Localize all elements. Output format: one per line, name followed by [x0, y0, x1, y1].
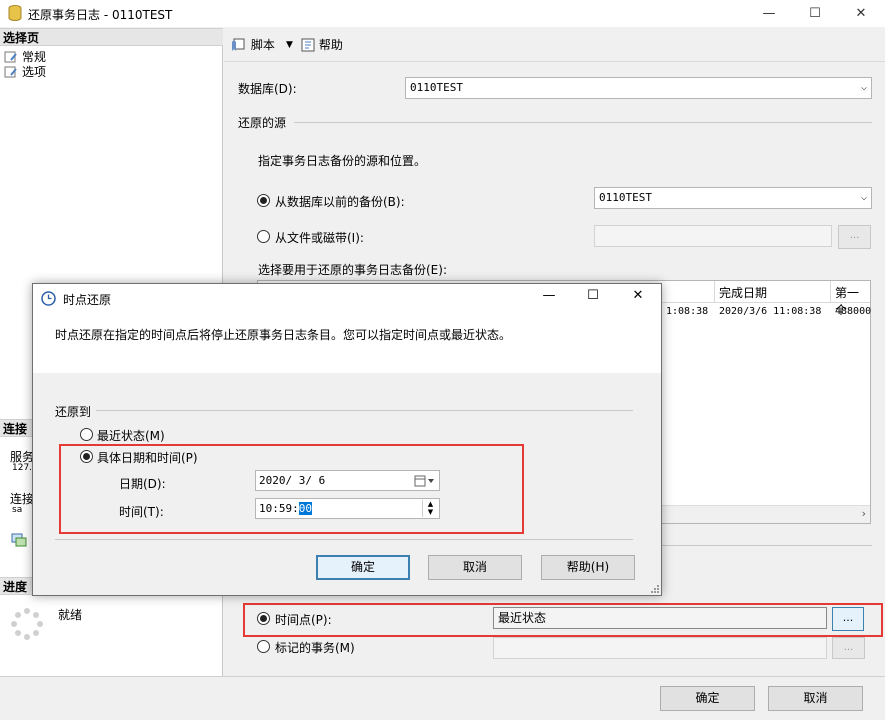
database-select[interactable]: 0110TEST ⌵: [405, 77, 872, 99]
time-value: 10:59:00: [259, 502, 312, 515]
time-label: 时间(T):: [119, 505, 164, 519]
point-in-time-value: 最近状态: [498, 611, 547, 625]
server-value: 127.: [12, 463, 33, 473]
from-database-label: 从数据库以前的备份(B):: [275, 195, 405, 209]
group-divider: [294, 122, 872, 123]
from-file-label: 从文件或磁带(I):: [275, 231, 364, 245]
maximize-button[interactable]: ☐: [792, 0, 838, 27]
dialog-title: 时点还原: [63, 293, 112, 307]
group-divider: [55, 539, 633, 540]
marked-transaction-label: 标记的事务(M): [275, 641, 355, 655]
chevron-down-icon: ⌵: [860, 82, 867, 93]
clock-icon: [41, 291, 56, 306]
database-value: 0110TEST: [410, 81, 463, 94]
view-connection-icon[interactable]: [11, 532, 27, 548]
file-path-input[interactable]: [594, 225, 832, 247]
main-ok-button[interactable]: 确定: [660, 686, 755, 711]
resize-grip-icon[interactable]: [649, 583, 660, 594]
minimize-button[interactable]: —: [746, 0, 792, 27]
restore-to-group: 还原到: [55, 405, 92, 419]
spin-down-icon[interactable]: ▼: [423, 508, 438, 516]
grid-cell-start: 1:08:38: [666, 306, 709, 317]
point-in-time-dialog: 时点还原 — ☐ ✕ 时点还原在指定的时间点后将停止还原事务日志条目。您可以指定…: [32, 283, 662, 596]
time-spin-buttons[interactable]: ▲ ▼: [422, 500, 438, 517]
dialog-ok-button[interactable]: 确定: [316, 555, 410, 580]
main-cancel-button[interactable]: 取消: [768, 686, 863, 711]
script-dropdown-icon[interactable]: ▼: [286, 36, 293, 54]
point-in-time-browse-button[interactable]: ...: [832, 607, 864, 631]
point-in-time-field: 最近状态: [493, 607, 827, 629]
page-icon: [4, 51, 17, 63]
column-completion-date[interactable]: 完成日期: [719, 284, 767, 301]
dialog-titlebar: 时点还原 — ☐ ✕: [33, 284, 661, 313]
time-picker[interactable]: 10:59:00 ▲ ▼: [255, 498, 440, 519]
page-options-label: 选项: [22, 65, 47, 79]
marked-transaction-radio[interactable]: [257, 640, 270, 653]
most-recent-radio[interactable]: [80, 428, 93, 441]
close-button[interactable]: ✕: [838, 0, 884, 27]
script-label: 脚本: [250, 38, 275, 52]
dialog-minimize-button[interactable]: —: [529, 288, 569, 303]
from-file-radio[interactable]: [257, 230, 270, 243]
dialog-description: 时点还原在指定的时间点后将停止还原事务日志条目。您可以指定时间点或最近状态。: [55, 328, 512, 342]
help-button[interactable]: 帮助: [301, 36, 343, 54]
point-in-time-label: 时间点(P):: [275, 613, 332, 627]
database-label: 数据库(D):: [238, 82, 297, 96]
script-icon: [232, 38, 245, 51]
chevron-down-icon: ⌵: [860, 192, 867, 203]
marked-transaction-field: [493, 637, 827, 659]
dialog-description-area: 时点还原在指定的时间点后将停止还原事务日志条目。您可以指定时间点或最近状态。: [33, 313, 661, 373]
page-general[interactable]: 常规: [4, 50, 46, 65]
source-database-value: 0110TEST: [599, 191, 652, 204]
dialog-cancel-button[interactable]: 取消: [428, 555, 522, 580]
point-in-time-radio[interactable]: [257, 612, 270, 625]
select-backups-label: 选择要用于还原的事务日志备份(E):: [258, 263, 447, 277]
grid-cell-first: 488000: [835, 306, 872, 317]
window-titlebar: 还原事务日志 - 0110TEST — ☐ ✕: [0, 0, 885, 27]
window-title: 还原事务日志 - 0110TEST: [28, 8, 173, 22]
page-icon: [4, 66, 17, 78]
calendar-dropdown-icon[interactable]: [414, 475, 436, 487]
group-divider: [660, 545, 872, 546]
page-general-label: 常规: [22, 50, 47, 64]
specific-datetime-radio[interactable]: [80, 450, 93, 463]
database-icon: [8, 5, 22, 21]
marked-transaction-browse-button[interactable]: ...: [832, 637, 865, 659]
help-label: 帮助: [318, 38, 343, 52]
select-page-header: 选择页: [0, 28, 223, 46]
footer-divider: [0, 676, 885, 677]
specific-datetime-label: 具体日期和时间(P): [97, 451, 198, 465]
from-database-radio[interactable]: [257, 194, 270, 207]
dialog-maximize-button[interactable]: ☐: [573, 288, 613, 303]
progress-status: 就绪: [58, 608, 83, 622]
date-label: 日期(D):: [119, 477, 166, 491]
toolbar: 脚本 ▼ 帮助: [224, 28, 885, 62]
most-recent-label: 最近状态(M): [97, 429, 165, 443]
time-prefix: 10:59:: [259, 502, 299, 515]
browse-file-button[interactable]: ...: [838, 225, 871, 249]
dialog-close-button[interactable]: ✕: [618, 288, 658, 303]
date-value: 2020/ 3/ 6: [259, 474, 326, 487]
restore-source-group: 还原的源: [238, 116, 287, 130]
page-options[interactable]: 选项: [4, 65, 46, 80]
help-icon: [301, 38, 315, 52]
dialog-help-button[interactable]: 帮助(H): [541, 555, 635, 580]
source-database-select[interactable]: 0110TEST ⌵: [594, 187, 872, 209]
restore-source-description: 指定事务日志备份的源和位置。: [258, 154, 427, 168]
connection-value: sa: [12, 505, 23, 515]
time-seconds-selected[interactable]: 00: [298, 502, 312, 515]
script-button[interactable]: 脚本: [231, 36, 275, 54]
spin-up-icon[interactable]: ▲: [423, 500, 438, 508]
grid-cell-completion: 2020/3/6 11:08:38: [719, 306, 822, 317]
group-divider: [96, 410, 633, 411]
scroll-right-icon[interactable]: ›: [862, 507, 866, 520]
progress-spinner-icon: [11, 608, 43, 640]
date-picker[interactable]: 2020/ 3/ 6: [255, 470, 440, 491]
